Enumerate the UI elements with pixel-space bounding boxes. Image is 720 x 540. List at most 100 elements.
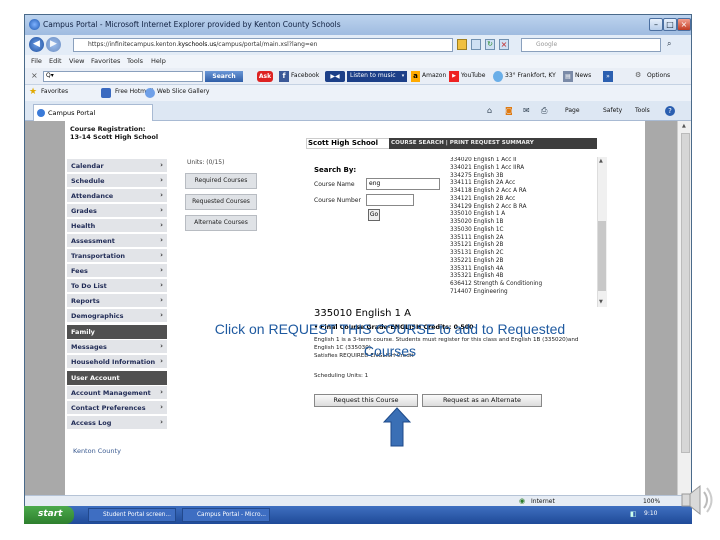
command-page[interactable]: Page (565, 107, 580, 114)
list-item[interactable]: 334275 English 3B (450, 173, 610, 181)
lock-icon[interactable] (457, 39, 467, 50)
list-item[interactable]: 335030 English 1C (450, 227, 610, 235)
sidebar-item-grades[interactable]: Grades › (67, 204, 167, 218)
list-item[interactable]: 334111 English 2A Acc (450, 180, 610, 188)
list-item[interactable]: 636412 Strength & Conditioning (450, 281, 610, 289)
command-safety[interactable]: Safety (603, 107, 622, 114)
scroll-up-icon[interactable]: ▲ (599, 158, 603, 164)
sidebar-item-transportation[interactable]: Transportation › (67, 249, 167, 263)
facebook-icon[interactable]: f (279, 71, 289, 82)
sidebar-item-schedule[interactable]: Schedule › (67, 174, 167, 188)
list-item[interactable]: 335121 English 2B (450, 242, 610, 250)
sidebar-item-reports[interactable]: Reports › (67, 294, 167, 308)
toolbar-options[interactable]: Options (647, 72, 670, 79)
menu-help[interactable]: Help (151, 57, 166, 65)
course-list-scroll-thumb[interactable] (598, 221, 606, 291)
list-item[interactable]: 335111 English 2A (450, 235, 610, 243)
mail-icon[interactable]: ✉ (523, 106, 530, 115)
sidebar-item-demographics[interactable]: Demographics › (67, 309, 167, 323)
stop-icon[interactable]: × (499, 39, 509, 50)
help-icon[interactable]: ? (665, 106, 675, 116)
print-icon[interactable]: ⎙ (541, 106, 547, 116)
maximize-button[interactable]: □ (663, 18, 677, 31)
toolbar-listen-music[interactable]: Listen to music (347, 71, 399, 82)
back-icon[interactable]: ◀ (29, 37, 44, 52)
sidebar-item-messages[interactable]: Messages › (67, 340, 167, 354)
course-number-input[interactable] (366, 194, 414, 206)
home-icon[interactable]: ⌂ (487, 106, 492, 115)
course-search-tabs[interactable]: COURSE SEARCH | PRINT REQUEST SUMMARY (389, 138, 597, 149)
required-courses-button[interactable]: Required Courses (185, 173, 257, 189)
weather-icon[interactable] (493, 71, 503, 82)
refresh-icon[interactable]: ↻ (485, 39, 495, 50)
options-gear-icon[interactable]: ⚙ (635, 71, 641, 79)
go-button[interactable]: Go (368, 209, 380, 221)
list-item[interactable]: 335010 English 1 A (450, 211, 610, 219)
toolbar-facebook[interactable]: Facebook (291, 72, 319, 79)
tray-icon[interactable]: ◧ (630, 510, 637, 518)
listen-dropdown-icon[interactable]: ▾ (399, 71, 407, 82)
more-icon[interactable]: » (603, 71, 613, 82)
sidebar-item-contact-preferences[interactable]: Contact Preferences › (67, 401, 167, 415)
list-item[interactable]: 335311 English 4A (450, 266, 610, 274)
menu-view[interactable]: View (69, 57, 84, 65)
course-results-list[interactable]: 334020 English 1 Acc II 334021 English 1… (450, 157, 610, 307)
sidebar-item-todo[interactable]: To Do List › (67, 279, 167, 293)
taskbar-item-student-portal[interactable]: Student Portal screen... (88, 508, 176, 522)
list-item[interactable]: 335221 English 2B (450, 258, 610, 266)
list-item[interactable]: 335020 English 1B (450, 219, 610, 227)
request-course-button[interactable]: Request this Course (314, 394, 418, 407)
toolbar-weather[interactable]: 33° Frankfort, KY (505, 72, 556, 79)
favorites-star-icon[interactable]: ★ (29, 87, 37, 97)
scroll-down-icon[interactable]: ▼ (599, 299, 603, 305)
rss-icon[interactable]: ◙ (505, 106, 513, 115)
web-search-input[interactable]: Google (521, 38, 661, 52)
list-item[interactable]: 334129 English 2 Acc B RA (450, 204, 610, 212)
course-name-input[interactable]: eng (366, 178, 440, 190)
start-button[interactable]: start (24, 506, 74, 524)
compat-view-icon[interactable] (471, 39, 481, 50)
menu-file[interactable]: File (31, 57, 42, 65)
sidebar-item-account-management[interactable]: Account Management › (67, 386, 167, 400)
scroll-up-icon[interactable]: ▲ (682, 123, 686, 129)
menu-tools[interactable]: Tools (127, 57, 143, 65)
news-icon[interactable]: ▤ (563, 71, 573, 82)
close-button[interactable]: × (677, 18, 691, 31)
favorites-webslice[interactable]: Web Slice Gallery (157, 88, 209, 95)
speaker-icon[interactable] (676, 480, 716, 520)
list-item[interactable]: 335131 English 2C (450, 250, 610, 258)
sidebar-item-health[interactable]: Health › (67, 219, 167, 233)
list-item[interactable]: 335321 English 4B (450, 273, 610, 281)
menu-favorites[interactable]: Favorites (91, 57, 120, 65)
sidebar-item-household[interactable]: Household Information › (67, 355, 167, 369)
alternate-courses-button[interactable]: Alternate Courses (185, 215, 257, 231)
forward-icon[interactable]: ▶ (46, 37, 61, 52)
youtube-icon[interactable]: ▶ (449, 71, 459, 82)
command-tools[interactable]: Tools (635, 107, 650, 114)
sidebar-item-calendar[interactable]: Calendar › (67, 159, 167, 173)
tab-campus-portal[interactable]: Campus Portal (33, 104, 153, 121)
request-alternate-button[interactable]: Request as an Alternate (422, 394, 542, 407)
ask-icon[interactable]: Ask (257, 71, 273, 82)
zoom-level[interactable]: 100% (643, 498, 660, 505)
clock[interactable]: 9:10 (644, 510, 657, 517)
sidebar-item-fees[interactable]: Fees › (67, 264, 167, 278)
list-item[interactable]: 334020 English 1 Acc II (450, 157, 610, 165)
taskbar-item-campus-portal[interactable]: Campus Portal - Micro... (182, 508, 270, 522)
sidebar-item-attendance[interactable]: Attendance › (67, 189, 167, 203)
toolbar-youtube[interactable]: YouTube (461, 72, 485, 79)
page-scroll-thumb[interactable] (681, 133, 690, 453)
requested-courses-button[interactable]: Requested Courses (185, 194, 257, 210)
toolbar-amazon[interactable]: Amazon (422, 72, 446, 79)
sidebar-item-assessment[interactable]: Assessment › (67, 234, 167, 248)
search-magnifier-icon[interactable]: ⌕ (667, 39, 671, 49)
toolbar-search-input[interactable]: Q▾ (43, 71, 203, 82)
url-field[interactable]: https://infinitecampus.kenton.kyschools.… (73, 38, 453, 52)
minimize-button[interactable]: – (649, 18, 663, 31)
media-controls-icon[interactable]: ▶◀ (325, 71, 345, 82)
list-item[interactable]: 334021 English 1 Acc IIRA (450, 165, 610, 173)
page-scrollbar[interactable]: ▲ (677, 121, 691, 495)
list-item[interactable]: 334121 English 2B Acc (450, 196, 610, 204)
list-item[interactable]: 714407 Engineering (450, 289, 610, 297)
sidebar-item-access-log[interactable]: Access Log › (67, 416, 167, 430)
